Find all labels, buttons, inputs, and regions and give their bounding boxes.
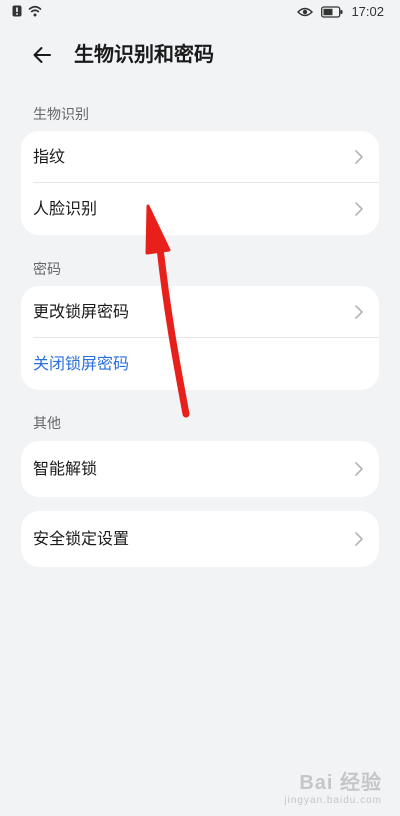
status-right: 17:02	[297, 4, 384, 19]
chevron-right-icon	[355, 532, 363, 546]
watermark: Bai 经验 jingyan.baidu.com	[284, 766, 382, 806]
chevron-right-icon	[355, 150, 363, 164]
security-lock-card: 安全锁定设置	[21, 511, 379, 567]
watermark-sub: jingyan.baidu.com	[284, 795, 382, 806]
item-label: 人脸识别	[33, 199, 98, 218]
section-label-password: 密码	[33, 262, 61, 278]
section-label-other: 其他	[33, 416, 61, 432]
settings-item-change-lock-password[interactable]: 更改锁屏密码	[21, 286, 379, 338]
settings-item-face-recognition[interactable]: 人脸识别	[21, 183, 379, 235]
section-label-biometrics: 生物识别	[33, 107, 89, 123]
item-label: 更改锁屏密码	[33, 302, 130, 321]
settings-item-fingerprint[interactable]: 指纹	[21, 131, 379, 183]
chevron-right-icon	[355, 202, 363, 216]
chevron-right-icon	[355, 305, 363, 319]
settings-item-security-lock[interactable]: 安全锁定设置	[21, 511, 379, 567]
watermark-main: Bai 经验	[299, 772, 382, 794]
item-label: 关闭锁屏密码	[33, 354, 130, 373]
item-label: 智能解锁	[33, 459, 98, 478]
notification-alert-icon	[12, 5, 22, 17]
item-label: 指纹	[33, 147, 66, 166]
item-label: 安全锁定设置	[33, 529, 130, 548]
screen: 17:02 生物识别和密码 生物识别 指纹 人脸识别 密码 更改锁屏密码 关闭锁…	[0, 0, 400, 816]
eye-comfort-icon	[297, 7, 314, 16]
back-button[interactable]	[28, 40, 58, 70]
app-header: 生物识别和密码	[0, 30, 400, 78]
biometrics-card: 指纹 人脸识别	[21, 131, 379, 235]
status-bar: 17:02	[0, 0, 400, 26]
password-card: 更改锁屏密码 关闭锁屏密码	[21, 286, 379, 390]
settings-item-disable-lock-password[interactable]: 关闭锁屏密码	[21, 338, 379, 390]
wifi-icon	[28, 5, 42, 17]
battery-icon	[321, 5, 343, 18]
settings-item-smart-unlock[interactable]: 智能解锁	[21, 441, 379, 497]
page-title: 生物识别和密码	[74, 42, 214, 66]
clock: 17:02	[351, 4, 384, 19]
other-card: 智能解锁	[21, 441, 379, 497]
arrow-left-icon	[33, 47, 51, 63]
status-left	[12, 5, 42, 17]
chevron-right-icon	[355, 462, 363, 476]
